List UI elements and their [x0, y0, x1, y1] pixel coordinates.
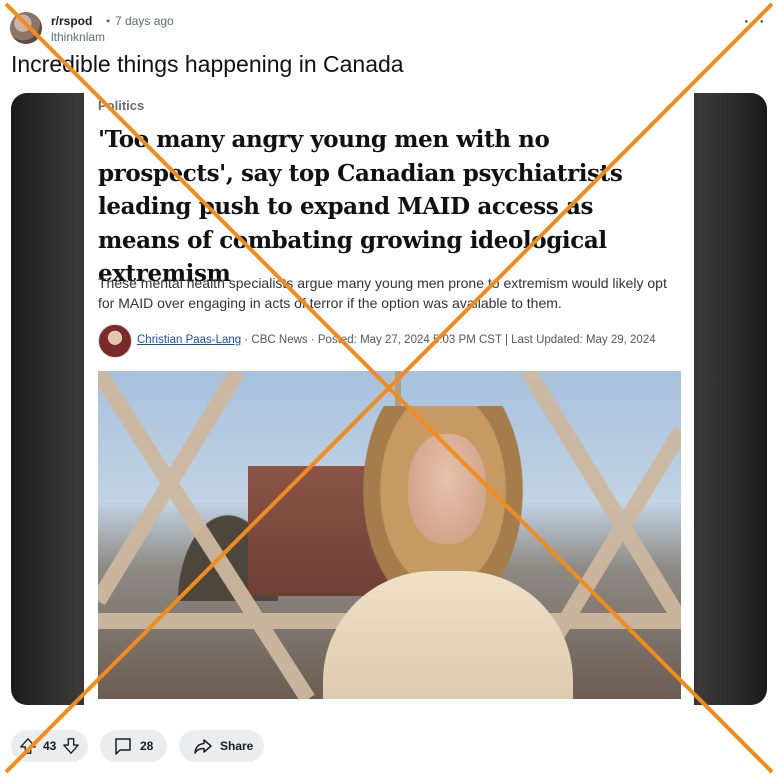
post-image[interactable]: Politics 'Too many angry young men with … — [11, 93, 767, 705]
byline-text: Christian Paas-Lang · CBC News · Posted:… — [137, 334, 656, 346]
article-photo — [98, 371, 681, 699]
username-link[interactable]: lthinknlam — [51, 30, 105, 44]
post-title[interactable]: Incredible things happening in Canada — [11, 51, 404, 78]
more-options-icon[interactable]: ··· — [743, 11, 766, 31]
author-name: Christian Paas-Lang — [137, 334, 242, 346]
subreddit-link[interactable]: r/rspod — [51, 14, 92, 28]
share-icon — [193, 736, 213, 756]
post-actions: 43 28 Share — [11, 730, 411, 762]
person-face — [408, 434, 486, 544]
comments-button[interactable]: 28 — [100, 730, 167, 762]
article-deck: These mental health specialists argue ma… — [98, 275, 667, 311]
share-button[interactable]: Share — [179, 730, 264, 762]
post-header: r/rspod • 7 days ago lthinknlam ··· — [10, 11, 766, 46]
vote-control: 43 — [11, 730, 88, 762]
person-sweater — [323, 571, 573, 699]
article-byline: Christian Paas-Lang · CBC News · Posted:… — [98, 324, 688, 358]
byline-details: · CBC News · Posted: May 27, 2024 5:03 P… — [241, 334, 656, 346]
author-avatar — [98, 324, 132, 358]
post-time: 7 days ago — [115, 14, 174, 28]
comment-icon — [113, 736, 133, 756]
subreddit-avatar[interactable] — [10, 12, 42, 44]
vote-count: 43 — [43, 739, 57, 753]
article-headline: 'Too many angry young men with no prospe… — [98, 126, 623, 287]
comment-count: 28 — [140, 739, 154, 753]
article-screenshot: Politics 'Too many angry young men with … — [84, 93, 694, 705]
article-category: Politics — [98, 98, 145, 113]
share-label: Share — [220, 739, 254, 753]
upvote-icon[interactable] — [19, 737, 37, 755]
separator-dot: • — [106, 14, 111, 28]
photo-person — [308, 406, 578, 699]
downvote-icon[interactable] — [62, 737, 80, 755]
